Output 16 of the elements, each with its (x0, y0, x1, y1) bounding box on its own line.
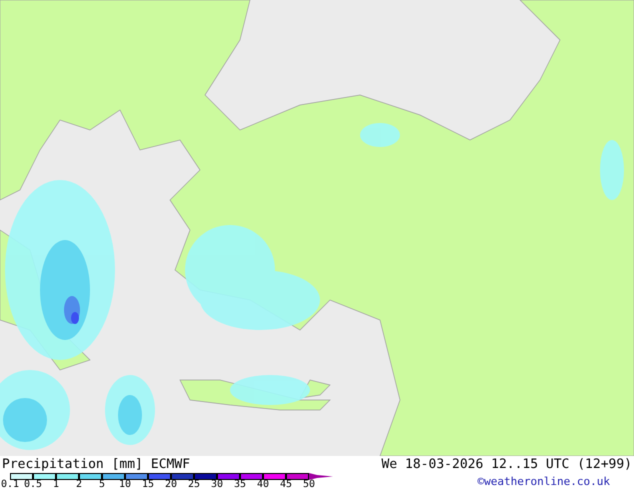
legend-title: Precipitation [mm] (2, 456, 143, 472)
scale-tick-label: 25 (188, 480, 200, 490)
scale-tick-label: 20 (164, 480, 178, 490)
scale-tick-label: 1 (52, 480, 60, 490)
scale-tick-label: 40 (256, 480, 270, 490)
model-name: ECMWF (150, 456, 190, 472)
valid-time: We 18-03-2026 12..15 UTC (12+99) (382, 456, 632, 472)
scale-tick-label: 50 (302, 480, 316, 490)
scale-tick-label: 5 (98, 480, 106, 490)
scale-tick-label: 45 (280, 480, 292, 490)
scale-tick-label: 10 (118, 480, 132, 490)
scale-tick-label: 0.5 (24, 480, 42, 490)
copyright-credit: ©weatheronline.co.uk (478, 475, 610, 488)
scale-tick-label: 0.1 (0, 480, 20, 490)
scale-tick-label: 35 (234, 480, 246, 490)
scale-tick-label: 15 (142, 480, 154, 490)
